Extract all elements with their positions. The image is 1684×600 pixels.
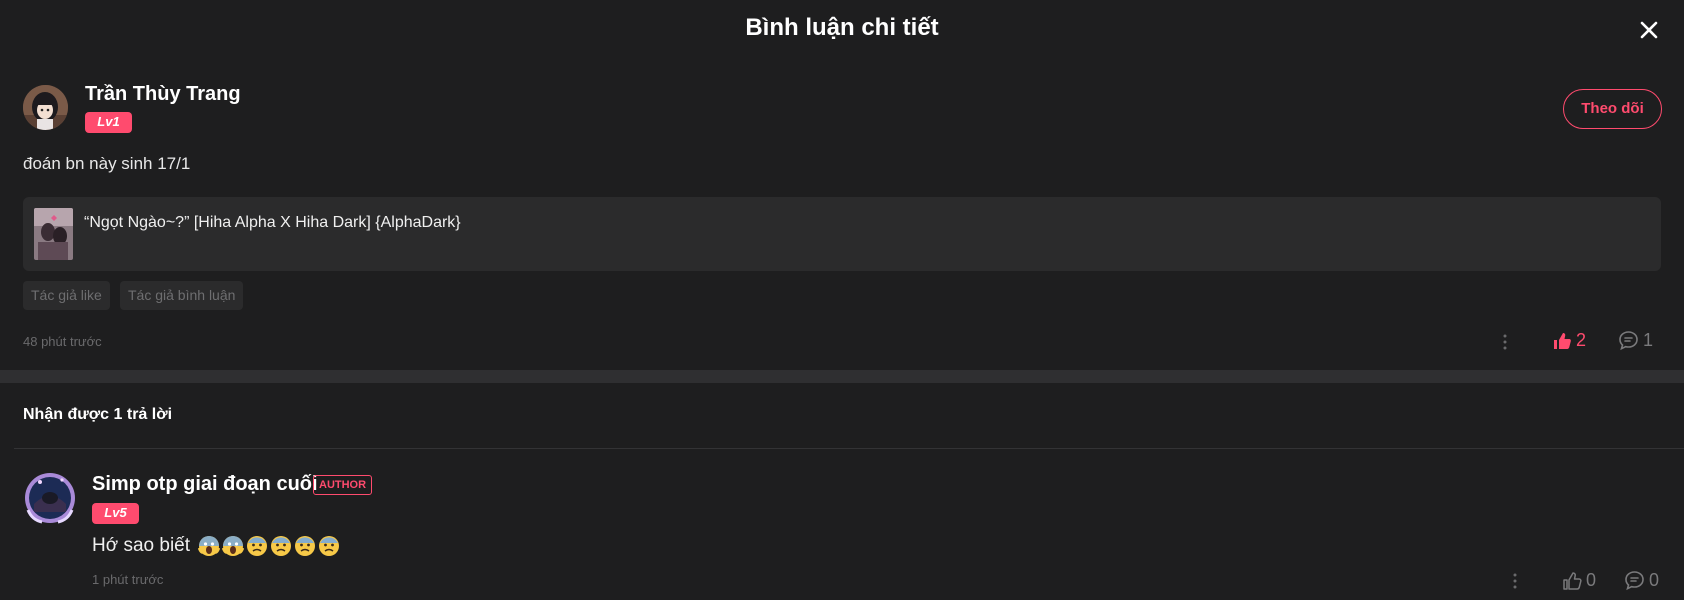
close-icon[interactable]: [1637, 18, 1661, 42]
story-link-card[interactable]: “Ngọt Ngào~?” [Hiha Alpha X Hiha Dark] {…: [23, 197, 1661, 271]
user-name[interactable]: Trần Thùy Trang: [85, 83, 241, 106]
comment-time: 48 phút trước: [23, 334, 102, 349]
reply-reply-count: 0: [1649, 570, 1660, 590]
story-thumbnail: [34, 208, 73, 260]
screaming-face-emoji-icon: [222, 536, 245, 556]
reply-like-count: 0: [1586, 570, 1597, 590]
reply-count: 1: [1643, 330, 1654, 350]
page-title: Bình luận chi tiết: [745, 14, 939, 41]
follow-button[interactable]: Theo dõi: [1563, 89, 1662, 129]
avatar[interactable]: [23, 85, 68, 130]
reply-text-content: Hớ sao biết: [92, 535, 191, 556]
anxious-face-emoji-icon: [271, 536, 292, 556]
more-options-icon[interactable]: [1512, 572, 1518, 590]
anxious-face-emoji-icon: [319, 536, 340, 556]
divider: [14, 448, 1684, 449]
story-title: “Ngọt Ngào~?” [Hiha Alpha X Hiha Dark] {…: [84, 214, 461, 231]
anxious-face-emoji-icon: [295, 536, 316, 556]
reply-text: Hớ sao biết: [92, 535, 340, 557]
reply-button[interactable]: 1: [1618, 330, 1653, 351]
more-options-icon[interactable]: [1502, 333, 1508, 351]
comment-icon: [1625, 571, 1644, 591]
reply-avatar[interactable]: [22, 470, 78, 526]
reply-like-button[interactable]: 0: [1562, 570, 1596, 591]
anxious-face-emoji-icon: [247, 536, 268, 556]
section-divider: [0, 370, 1684, 383]
main-comment: Trần Thùy Trang Lv1 Theo dõi đoán bn này…: [0, 62, 1684, 370]
avatar-image: [23, 85, 68, 130]
like-button[interactable]: 2: [1552, 330, 1586, 351]
author-badge: AUTHOR: [313, 475, 373, 495]
thumbs-up-icon: [1563, 571, 1582, 590]
tag-author-comment: Tác giả bình luận: [120, 281, 244, 310]
modal-header: Bình luận chi tiết: [0, 0, 1684, 62]
avatar-image: [25, 473, 75, 524]
level-badge: Lv5: [92, 503, 139, 524]
reply-user-name[interactable]: Simp otp giai đoạn cuối: [92, 473, 318, 496]
level-badge: Lv1: [85, 112, 132, 133]
screaming-face-emoji-icon: [198, 536, 221, 556]
reply-reply-button[interactable]: 0: [1624, 570, 1659, 591]
comment-text: đoán bn này sinh 17/1: [23, 154, 191, 173]
reply-time: 1 phút trước: [92, 572, 164, 587]
comment-icon: [1619, 331, 1638, 351]
like-count: 2: [1576, 330, 1587, 350]
replies-heading: Nhận được 1 trả lời: [23, 406, 173, 423]
thumbs-up-icon: [1554, 332, 1571, 349]
tag-author-like: Tác giả like: [23, 281, 110, 310]
